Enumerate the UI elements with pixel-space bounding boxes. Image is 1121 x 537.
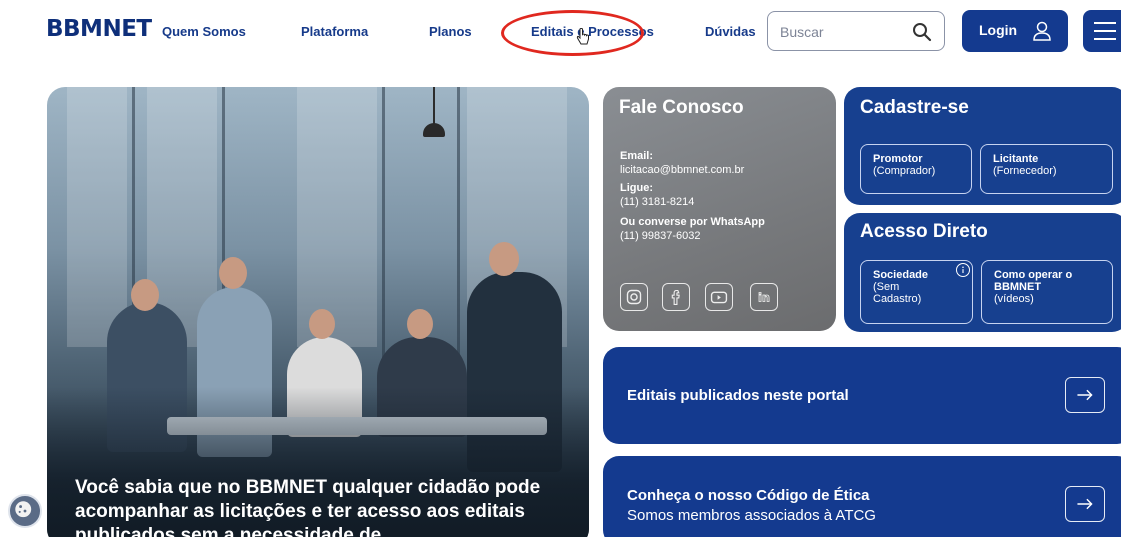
cookie-settings-icon[interactable] <box>8 494 42 528</box>
nav-link-editais-processos[interactable]: Editais e Processos <box>531 24 654 39</box>
published-notices-button[interactable]: Editais publicados neste portal <box>603 347 1121 444</box>
phone-label: Ligue: <box>620 182 653 194</box>
whatsapp-label: Ou converse por WhatsApp <box>620 216 765 228</box>
youtube-icon[interactable] <box>705 283 733 311</box>
como-operar-label: Como operar o <box>994 269 1073 281</box>
ethics-code-button[interactable]: Conheça o nosso Código de Ética Somos me… <box>603 456 1121 537</box>
user-icon <box>1033 21 1051 41</box>
bbmnet-logo[interactable]: BBMNET <box>46 16 152 42</box>
instagram-icon[interactable] <box>620 283 648 311</box>
email-label: Email: <box>620 150 654 162</box>
licitante-label: Licitante <box>993 153 1039 165</box>
register-card: Cadastre-se Promotor (Comprador) Licitan… <box>844 87 1121 205</box>
arrow-right-icon <box>1065 377 1105 413</box>
nav-link-duvidas[interactable]: Dúvidas <box>705 24 756 39</box>
contact-phone[interactable]: (11) 3181-8214 <box>620 195 694 209</box>
top-navbar: BBMNET Quem Somos Plataforma Planos Edit… <box>0 0 1121 66</box>
pendant-lamp <box>423 123 445 137</box>
window-frame <box>457 87 460 387</box>
arrow-right-icon <box>1065 486 1105 522</box>
person-head <box>219 257 247 289</box>
hero-office-image: Você sabia que no BBMNET qualquer cidadã… <box>47 87 589 537</box>
search-box <box>767 11 945 51</box>
hamburger-menu-button[interactable] <box>1083 10 1121 52</box>
menu-icon-bar <box>1094 22 1116 24</box>
menu-icon-bar <box>1094 30 1116 32</box>
hero-headline: Você sabia que no BBMNET qualquer cidadã… <box>75 477 541 537</box>
register-title: Cadastre-se <box>860 97 969 118</box>
ethics-code-sublabel: Somos membros associados à ATCG <box>627 507 876 524</box>
promotor-label: Promotor <box>873 153 923 165</box>
svg-text:in: in <box>758 292 770 305</box>
linkedin-icon[interactable]: in <box>750 283 778 311</box>
sociedade-button[interactable]: Sociedade (Sem Cadastro) <box>860 260 973 324</box>
sociedade-sublabel-2: Cadastro) <box>873 293 922 305</box>
como-operar-button[interactable]: Como operar o BBMNET (vídeos) <box>981 260 1113 324</box>
window-pane <box>297 87 377 347</box>
window-frame <box>382 87 385 387</box>
facebook-icon[interactable] <box>662 283 690 311</box>
promotor-sublabel: (Comprador) <box>873 165 936 177</box>
register-licitante-button[interactable]: Licitante (Fornecedor) <box>980 144 1113 194</box>
search-icon[interactable] <box>912 22 932 42</box>
info-icon[interactable] <box>956 263 970 277</box>
nav-link-plataforma[interactable]: Plataforma <box>301 24 368 39</box>
register-promotor-button[interactable]: Promotor (Comprador) <box>860 144 972 194</box>
menu-icon-bar <box>1094 38 1116 40</box>
hand-cursor-icon <box>576 28 589 45</box>
contact-email[interactable]: licitacao@bbmnet.com.br <box>620 163 744 177</box>
nav-link-quem-somos[interactable]: Quem Somos <box>162 24 246 39</box>
lamp-cord <box>433 87 435 127</box>
contact-card: Fale Conosco Email: licitacao@bbmnet.com… <box>603 87 836 331</box>
login-label: Login <box>979 22 1018 38</box>
bbmnet-label: BBMNET <box>994 281 1042 293</box>
licitante-sublabel: (Fornecedor) <box>993 165 1057 177</box>
person-head <box>407 309 433 339</box>
search-input[interactable] <box>780 21 900 43</box>
direct-access-title: Acesso Direto <box>860 221 988 242</box>
person-head <box>309 309 335 339</box>
ethics-code-label: Conheça o nosso Código de Ética <box>627 487 870 504</box>
contact-title: Fale Conosco <box>619 97 744 118</box>
nav-link-planos[interactable]: Planos <box>429 24 472 39</box>
person-head <box>489 242 519 276</box>
person-head <box>131 279 159 311</box>
published-notices-label: Editais publicados neste portal <box>627 387 849 404</box>
sociedade-sublabel: (Sem <box>873 281 900 293</box>
login-button[interactable]: Login <box>962 10 1068 52</box>
contact-whatsapp[interactable]: (11) 99837-6032 <box>620 229 701 243</box>
direct-access-card: Acesso Direto Sociedade (Sem Cadastro) C… <box>844 213 1121 332</box>
videos-sublabel: (vídeos) <box>994 293 1034 305</box>
window-pane <box>67 87 127 347</box>
